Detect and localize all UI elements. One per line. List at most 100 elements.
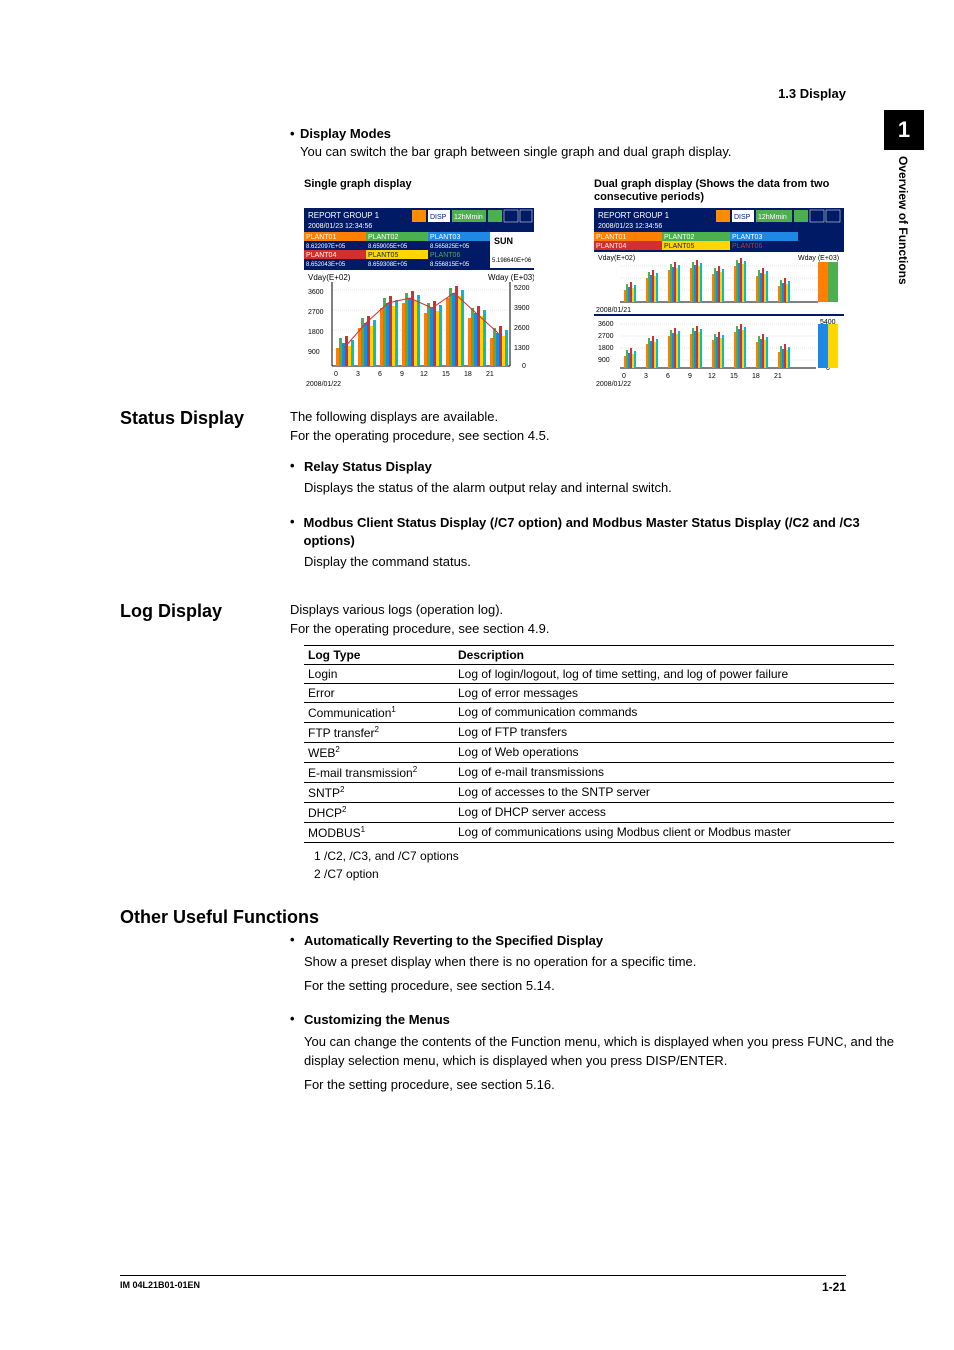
svg-text:5.198640E+06: 5.198640E+06 [492,258,532,264]
modbus-status-text: Display the command status. [304,552,894,572]
log-type-cell: WEB2 [304,743,454,763]
svg-text:18: 18 [752,373,760,380]
log-desc-cell: Log of e-mail transmissions [454,763,894,783]
svg-text:2700: 2700 [598,333,614,340]
svg-text:PLANT01: PLANT01 [306,234,336,241]
svg-text:2008/01/21: 2008/01/21 [596,307,631,314]
table-row: Communication1Log of communication comma… [304,703,894,723]
single-graph-image: REPORT GROUP 1 2008/01/23 12:34:56 DISP … [304,208,534,388]
svg-text:1800: 1800 [598,345,614,352]
svg-text:2600: 2600 [514,325,530,332]
svg-text:900: 900 [308,349,320,356]
single-graph-caption: Single graph display [304,178,554,204]
svg-text:PLANT06: PLANT06 [430,252,460,259]
log-desc-cell: Log of communication commands [454,703,894,723]
auto-revert-title: Automatically Reverting to the Specified… [304,932,603,950]
log-desc-cell: Log of DHCP server access [454,803,894,823]
svg-text:6: 6 [666,373,670,380]
svg-text:8.659005E+05: 8.659005E+05 [368,244,408,250]
status-intro-2: For the operating procedure, see section… [290,427,894,446]
svg-text:3900: 3900 [514,305,530,312]
svg-text:2008/01/22: 2008/01/22 [596,381,631,388]
table-row: WEB2Log of Web operations [304,743,894,763]
bullet-icon: • [290,126,300,141]
log-footnote-1: 1 /C2, /C3, and /C7 options [314,847,894,865]
bullet-icon: • [290,932,304,947]
customize-menus-text-1: You can change the contents of the Funct… [304,1032,894,1071]
display-modes-title: Display Modes [300,126,391,141]
log-type-cell: SNTP2 [304,783,454,803]
svg-text:12: 12 [420,371,428,378]
bullet-icon: • [290,458,304,473]
log-desc-cell: Log of communications using Modbus clien… [454,823,894,843]
log-footnote-2: 2 /C7 option [314,865,894,883]
log-col-type: Log Type [304,646,454,665]
svg-text:Vday(E+02): Vday(E+02) [308,273,351,282]
log-type-cell: E-mail transmission2 [304,763,454,783]
auto-revert-text-1: Show a preset display when there is no o… [304,952,894,972]
log-col-desc: Description [454,646,894,665]
svg-text:PLANT05: PLANT05 [368,252,398,259]
log-desc-cell: Log of Web operations [454,743,894,763]
svg-text:15: 15 [730,373,738,380]
svg-text:0: 0 [622,373,626,380]
bullet-icon: • [290,514,304,529]
log-desc-cell: Log of accesses to the SNTP server [454,783,894,803]
customize-menus-title: Customizing the Menus [304,1011,450,1029]
svg-text:PLANT05: PLANT05 [664,243,694,250]
svg-text:PLANT04: PLANT04 [596,243,626,250]
svg-text:900: 900 [598,357,610,364]
log-type-cell: Login [304,665,454,684]
svg-text:9: 9 [400,371,404,378]
table-row: MODBUS1Log of communications using Modbu… [304,823,894,843]
svg-text:Vday(E+02): Vday(E+02) [598,255,635,262]
svg-text:PLANT04: PLANT04 [306,252,336,259]
svg-text:2008/01/23 12:34:56: 2008/01/23 12:34:56 [308,223,372,230]
svg-text:3: 3 [356,371,360,378]
bullet-icon: • [290,1011,304,1026]
side-tab: 1 Overview of Functions [884,110,924,285]
log-table: Log Type Description LoginLog of login/l… [304,645,894,843]
svg-text:8.659308E+05: 8.659308E+05 [368,262,408,268]
svg-text:12hMmin: 12hMmin [454,214,483,221]
svg-text:21: 21 [486,371,494,378]
customize-menus-text-2: For the setting procedure, see section 5… [304,1075,894,1095]
table-row: SNTP2Log of accesses to the SNTP server [304,783,894,803]
svg-text:9: 9 [688,373,692,380]
modbus-status-title: Modbus Client Status Display (/C7 option… [304,514,894,550]
log-desc-cell: Log of login/logout, log of time setting… [454,665,894,684]
log-desc-cell: Log of FTP transfers [454,723,894,743]
svg-text:21: 21 [774,373,782,380]
svg-text:PLANT01: PLANT01 [596,234,626,241]
svg-text:SUN: SUN [494,236,513,246]
table-row: LoginLog of login/logout, log of time se… [304,665,894,684]
svg-text:REPORT GROUP 1: REPORT GROUP 1 [598,211,670,220]
svg-text:2700: 2700 [308,309,324,316]
svg-text:2008/01/22: 2008/01/22 [306,381,341,388]
svg-text:REPORT GROUP 1: REPORT GROUP 1 [308,211,380,220]
svg-text:8.622097E+05: 8.622097E+05 [306,244,346,250]
status-intro-1: The following displays are available. [290,408,894,427]
svg-text:PLANT03: PLANT03 [732,234,762,241]
status-display-heading: Status Display [120,408,290,429]
svg-text:0: 0 [334,371,338,378]
svg-text:1300: 1300 [514,345,530,352]
svg-text:DISP: DISP [734,214,751,221]
relay-status-title: Relay Status Display [304,458,432,476]
svg-text:0: 0 [522,363,526,370]
log-type-cell: DHCP2 [304,803,454,823]
svg-text:Wday (E+03): Wday (E+03) [488,273,534,282]
table-row: ErrorLog of error messages [304,684,894,703]
footer-page-number: 1-21 [822,1280,846,1294]
auto-revert-text-2: For the setting procedure, see section 5… [304,976,894,996]
svg-text:12: 12 [708,373,716,380]
svg-text:PLANT06: PLANT06 [732,243,762,250]
log-display-heading: Log Display [120,601,290,622]
svg-text:DISP: DISP [430,214,447,221]
log-type-cell: MODBUS1 [304,823,454,843]
dual-graph-image: REPORT GROUP 1 2008/01/23 12:34:56 DISP … [594,208,844,388]
display-modes-text: You can switch the bar graph between sin… [300,143,894,162]
footer-doc-id: IM 04L21B01-01EN [120,1280,200,1294]
svg-text:18: 18 [464,371,472,378]
log-type-cell: Error [304,684,454,703]
